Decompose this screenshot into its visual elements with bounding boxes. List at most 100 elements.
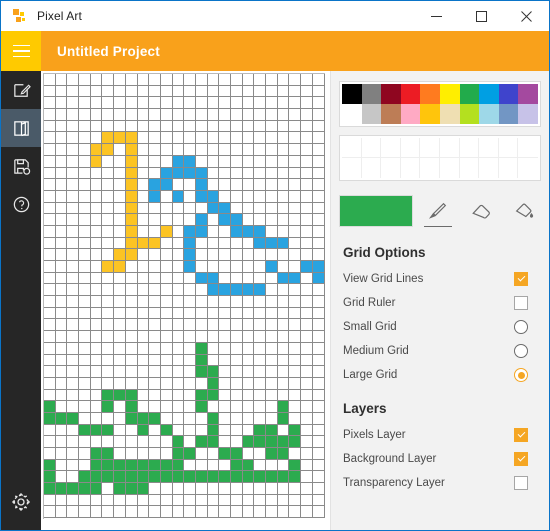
pixel-cell[interactable] xyxy=(67,155,80,168)
pixel-cell[interactable] xyxy=(312,424,325,437)
pixel-cell-filled[interactable] xyxy=(44,483,56,495)
pixel-cell-filled[interactable] xyxy=(44,471,56,484)
pixel-cell[interactable] xyxy=(137,296,150,308)
pixel-cell-filled[interactable] xyxy=(254,424,267,437)
pixel-cell[interactable] xyxy=(312,436,325,448)
pixel-cell-filled[interactable] xyxy=(149,190,161,203)
pixel-cell[interactable] xyxy=(289,225,302,238)
color-swatch[interactable] xyxy=(479,84,499,104)
pixel-cell[interactable] xyxy=(114,401,126,413)
pixel-cell-filled[interactable] xyxy=(160,471,173,484)
pixel-cell[interactable] xyxy=(301,319,313,332)
option-grid-ruler[interactable]: Grid Ruler xyxy=(343,291,539,315)
pixel-cell[interactable] xyxy=(102,494,115,507)
pixel-cell[interactable] xyxy=(219,483,231,495)
pixel-cell[interactable] xyxy=(55,342,68,355)
pixel-cell[interactable] xyxy=(195,331,208,343)
pixel-cell[interactable] xyxy=(79,190,91,203)
pixel-cell[interactable] xyxy=(207,109,220,121)
pixel-cell[interactable] xyxy=(137,97,150,110)
pixel-cell[interactable] xyxy=(242,366,255,378)
pixel-cell[interactable] xyxy=(102,483,115,495)
pixel-cell-filled[interactable] xyxy=(184,448,196,460)
pixel-cell[interactable] xyxy=(160,155,173,168)
pixel-cell[interactable] xyxy=(207,483,220,495)
pixel-cell[interactable] xyxy=(184,342,196,355)
pixel-cell[interactable] xyxy=(231,319,243,332)
pixel-cell[interactable] xyxy=(55,377,68,390)
pixel-cell[interactable] xyxy=(67,74,80,86)
pixel-cell[interactable] xyxy=(312,237,325,250)
eraser-icon[interactable] xyxy=(463,193,498,229)
pixel-cell[interactable] xyxy=(231,401,243,413)
pixel-cell[interactable] xyxy=(289,179,302,191)
pixel-cell[interactable] xyxy=(266,459,278,472)
pixel-cell-filled[interactable] xyxy=(195,354,208,367)
pixel-cell[interactable] xyxy=(301,342,313,355)
pixel-cell[interactable] xyxy=(114,366,126,378)
pixel-cell[interactable] xyxy=(55,97,68,110)
pixel-cell[interactable] xyxy=(289,190,302,203)
pixel-cell[interactable] xyxy=(172,272,185,285)
pixel-cell[interactable] xyxy=(79,237,91,250)
pixel-cell[interactable] xyxy=(207,401,220,413)
pixel-cell[interactable] xyxy=(242,97,255,110)
pixel-cell[interactable] xyxy=(289,389,302,402)
pixel-cell[interactable] xyxy=(301,483,313,495)
pixel-cell-filled[interactable] xyxy=(289,424,302,437)
pixel-cell[interactable] xyxy=(44,97,56,110)
pixel-cell[interactable] xyxy=(277,167,290,180)
pixel-cell[interactable] xyxy=(67,331,80,343)
pixel-cell[interactable] xyxy=(301,190,313,203)
pixel-cell[interactable] xyxy=(55,331,68,343)
pixel-cell[interactable] xyxy=(160,261,173,273)
pixel-cell[interactable] xyxy=(219,331,231,343)
pixel-cell[interactable] xyxy=(79,319,91,332)
pixel-cell[interactable] xyxy=(125,74,138,86)
current-color-swatch[interactable] xyxy=(339,195,413,227)
pixel-cell[interactable] xyxy=(172,377,185,390)
pixel-cell[interactable] xyxy=(301,120,313,133)
pixel-cell[interactable] xyxy=(90,120,103,133)
pixel-cell[interactable] xyxy=(55,307,68,320)
pixel-cell[interactable] xyxy=(67,109,80,121)
pixel-cell[interactable] xyxy=(67,179,80,191)
pixel-cell-filled[interactable] xyxy=(312,272,325,285)
pixel-cell[interactable] xyxy=(266,366,278,378)
pixel-cell-filled[interactable] xyxy=(195,214,208,226)
pixel-cell[interactable] xyxy=(207,74,220,86)
pixel-cell[interactable] xyxy=(160,448,173,460)
pixel-cell[interactable] xyxy=(289,366,302,378)
pixel-cell[interactable] xyxy=(312,179,325,191)
pixel-cell[interactable] xyxy=(195,132,208,145)
pixel-cell[interactable] xyxy=(312,74,325,86)
pixel-cell[interactable] xyxy=(301,331,313,343)
pixel-cell[interactable] xyxy=(231,85,243,98)
layer-transparency[interactable]: Transparency Layer xyxy=(343,471,539,495)
pixel-cell-filled[interactable] xyxy=(231,459,243,472)
pixel-cell[interactable] xyxy=(289,120,302,133)
pixel-cell-filled[interactable] xyxy=(289,272,302,285)
pixel-cell-filled[interactable] xyxy=(102,132,115,145)
pixel-cell[interactable] xyxy=(207,132,220,145)
pixel-cell[interactable] xyxy=(184,190,196,203)
pixel-cell[interactable] xyxy=(195,144,208,156)
pixel-cell[interactable] xyxy=(137,494,150,507)
color-swatch[interactable] xyxy=(361,104,382,124)
pixel-cell[interactable] xyxy=(289,284,302,297)
pixel-cell[interactable] xyxy=(219,155,231,168)
pixel-cell[interactable] xyxy=(172,506,185,519)
pixel-cell[interactable] xyxy=(160,401,173,413)
pixel-cell[interactable] xyxy=(114,412,126,425)
pixel-cell[interactable] xyxy=(55,261,68,273)
pixel-cell[interactable] xyxy=(301,436,313,448)
pixel-cell[interactable] xyxy=(266,167,278,180)
pixel-cell[interactable] xyxy=(207,167,220,180)
pixel-cell[interactable] xyxy=(254,202,267,215)
pixel-cell[interactable] xyxy=(172,412,185,425)
pixel-cell[interactable] xyxy=(90,342,103,355)
pixel-cell[interactable] xyxy=(242,401,255,413)
hamburger-menu-icon[interactable] xyxy=(1,31,41,71)
pixel-cell-filled[interactable] xyxy=(90,155,103,168)
pixel-cell[interactable] xyxy=(312,132,325,145)
